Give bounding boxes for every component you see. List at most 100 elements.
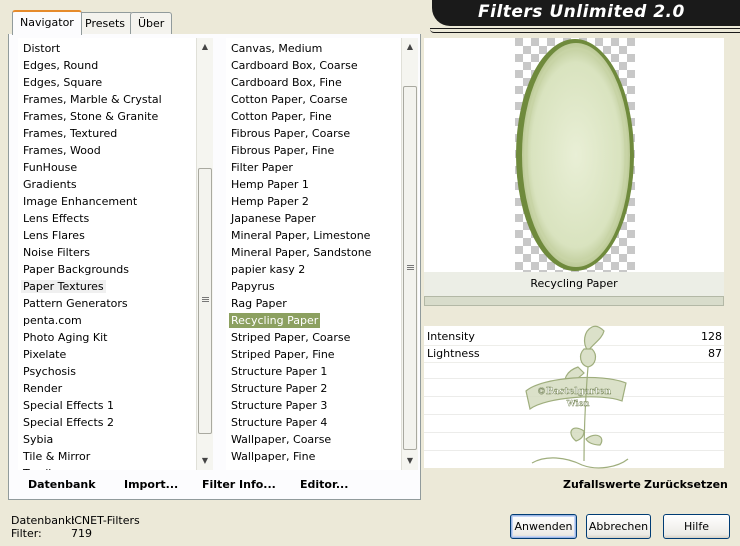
list-item[interactable]: Tile & Mirror (18, 448, 196, 465)
list-item[interactable]: Special Effects 2 (18, 414, 196, 431)
import-button[interactable]: Import... (124, 478, 178, 491)
list-item-label: Structure Paper 2 (231, 382, 328, 395)
list-item[interactable]: Edges, Square (18, 74, 196, 91)
status-db-value: ICNET-Filters (71, 514, 140, 527)
scroll-down-arrow-icon[interactable]: ▼ (197, 452, 213, 469)
status-filter-count: Filter: 719 (11, 527, 92, 540)
reset-button[interactable]: Zurücksetzen (644, 478, 728, 491)
filter-list[interactable]: Canvas, Medium Cardboard Box, Coarse Cardb… (226, 38, 402, 470)
list-item[interactable]: Rag Paper (226, 295, 402, 312)
list-item[interactable]: Lens Flares (18, 227, 196, 244)
list-item[interactable]: Cardboard Box, Coarse (226, 57, 402, 74)
list-item[interactable]: Cardboard Box, Fine (226, 74, 402, 91)
list-item[interactable]: Lens Effects (18, 210, 196, 227)
list-item[interactable]: Mineral Paper, Sandstone (226, 244, 402, 261)
list-item[interactable]: Image Enhancement (18, 193, 196, 210)
list-item[interactable]: Noise Filters (18, 244, 196, 261)
list-item[interactable]: penta.com (18, 312, 196, 329)
tab-navigator[interactable]: Navigator (12, 10, 82, 35)
list-item[interactable]: Hemp Paper 2 (226, 193, 402, 210)
list-item[interactable]: Canvas, Medium (226, 40, 402, 57)
list-item[interactable]: Cotton Paper, Coarse (226, 91, 402, 108)
list-item[interactable]: Structure Paper 1 (226, 363, 402, 380)
list-item-label: Paper Textures (21, 280, 106, 293)
list-item-label: Wallpaper, Fine (231, 450, 316, 463)
cancel-button[interactable]: Abbrechen (586, 514, 651, 539)
list-item-label: Image Enhancement (23, 195, 138, 208)
list-item[interactable]: Photo Aging Kit (18, 329, 196, 346)
list-item[interactable]: Filter Paper (226, 159, 402, 176)
list-item-label: Cotton Paper, Fine (231, 110, 332, 123)
list-item[interactable]: Toadies (18, 465, 196, 470)
list-item-label: Frames, Wood (23, 144, 101, 157)
list-item-label: Mineral Paper, Sandstone (231, 246, 372, 259)
list-item-label: Frames, Textured (23, 127, 118, 140)
left-button-bar: Datenbank Import... Filter Info... Edito… (12, 472, 412, 498)
list-item[interactable]: Wallpaper, Coarse (226, 431, 402, 448)
filter-scroll-thumb[interactable] (403, 86, 417, 450)
list-item[interactable]: Hemp Paper 1 (226, 176, 402, 193)
watermark-text-line2: Wien (566, 398, 590, 408)
list-item[interactable]: Frames, Stone & Granite (18, 108, 196, 125)
list-item[interactable]: Mineral Paper, Limestone (226, 227, 402, 244)
list-item[interactable]: Edges, Round (18, 57, 196, 74)
datenbank-button[interactable]: Datenbank (28, 478, 96, 491)
list-item[interactable]: Gradients (18, 176, 196, 193)
list-item-label: Structure Paper 4 (231, 416, 328, 429)
list-item[interactable]: Paper Textures (18, 278, 196, 295)
list-item-label: Sybia (23, 433, 54, 446)
list-item-label: Special Effects 1 (23, 399, 115, 412)
list-item[interactable]: Wallpaper, Fine (226, 448, 402, 465)
category-list[interactable]: Distort Edges, Round Edges, Square Frames, … (18, 38, 196, 470)
scroll-down-arrow-icon[interactable]: ▼ (402, 452, 418, 469)
status-db-label: Datenbank: (11, 514, 76, 527)
filter-scrollbar[interactable]: ▲ ▼ (401, 38, 418, 470)
list-item-label: Cardboard Box, Coarse (231, 59, 358, 72)
list-item[interactable]: Frames, Textured (18, 125, 196, 142)
list-item[interactable]: Pixelate (18, 346, 196, 363)
filter-info-button[interactable]: Filter Info... (202, 478, 276, 491)
list-item[interactable]: FunHouse (18, 159, 196, 176)
list-item[interactable]: Sybia (18, 431, 196, 448)
list-item[interactable]: Frames, Wood (18, 142, 196, 159)
scroll-up-arrow-icon[interactable]: ▲ (197, 38, 213, 55)
list-item[interactable]: Fibrous Paper, Fine (226, 142, 402, 159)
list-item[interactable]: Render (18, 380, 196, 397)
list-item-label: Pattern Generators (23, 297, 128, 310)
list-item[interactable]: Striped Paper, Coarse (226, 329, 402, 346)
tab-presets[interactable]: Presets (77, 12, 134, 34)
list-item[interactable]: Fibrous Paper, Coarse (226, 125, 402, 142)
random-values-button[interactable]: Zufallswerte (563, 478, 641, 491)
list-item[interactable]: Striped Paper, Fine (226, 346, 402, 363)
list-item-label: Cardboard Box, Fine (231, 76, 342, 89)
list-item-label: Render (23, 382, 63, 395)
list-item[interactable]: Paper Backgrounds (18, 261, 196, 278)
list-item[interactable]: papier kasy 2 (226, 261, 402, 278)
list-item-label: Hemp Paper 1 (231, 178, 309, 191)
watermark-logo: ©Bastelgarten Wien (525, 325, 629, 469)
list-item[interactable]: Special Effects 1 (18, 397, 196, 414)
list-item[interactable]: Japanese Paper (226, 210, 402, 227)
list-item[interactable]: Psychosis (18, 363, 196, 380)
list-item[interactable]: Frames, Marble & Crystal (18, 91, 196, 108)
list-item[interactable]: Papyrus (226, 278, 402, 295)
list-item[interactable]: Structure Paper 2 (226, 380, 402, 397)
list-item[interactable]: Pattern Generators (18, 295, 196, 312)
apply-button[interactable]: Anwenden (510, 514, 577, 539)
list-item-label: Filter Paper (231, 161, 293, 174)
list-item-label: Striped Paper, Coarse (231, 331, 351, 344)
list-item[interactable]: Recycling Paper (226, 312, 402, 329)
preview-progress-bar (424, 296, 724, 306)
list-item[interactable]: Distort (18, 40, 196, 57)
list-item-label: Cotton Paper, Coarse (231, 93, 348, 106)
help-button[interactable]: Hilfe (663, 514, 730, 539)
editor-button[interactable]: Editor... (300, 478, 348, 491)
list-item[interactable]: Structure Paper 4 (226, 414, 402, 431)
tab-uber[interactable]: Über (130, 12, 173, 34)
list-item[interactable]: Cotton Paper, Fine (226, 108, 402, 125)
list-item-label: Lens Effects (23, 212, 90, 225)
category-scrollbar[interactable]: ▲ ▼ (196, 38, 213, 470)
category-scroll-thumb[interactable] (198, 168, 212, 434)
list-item[interactable]: Structure Paper 3 (226, 397, 402, 414)
scroll-up-arrow-icon[interactable]: ▲ (402, 38, 418, 55)
